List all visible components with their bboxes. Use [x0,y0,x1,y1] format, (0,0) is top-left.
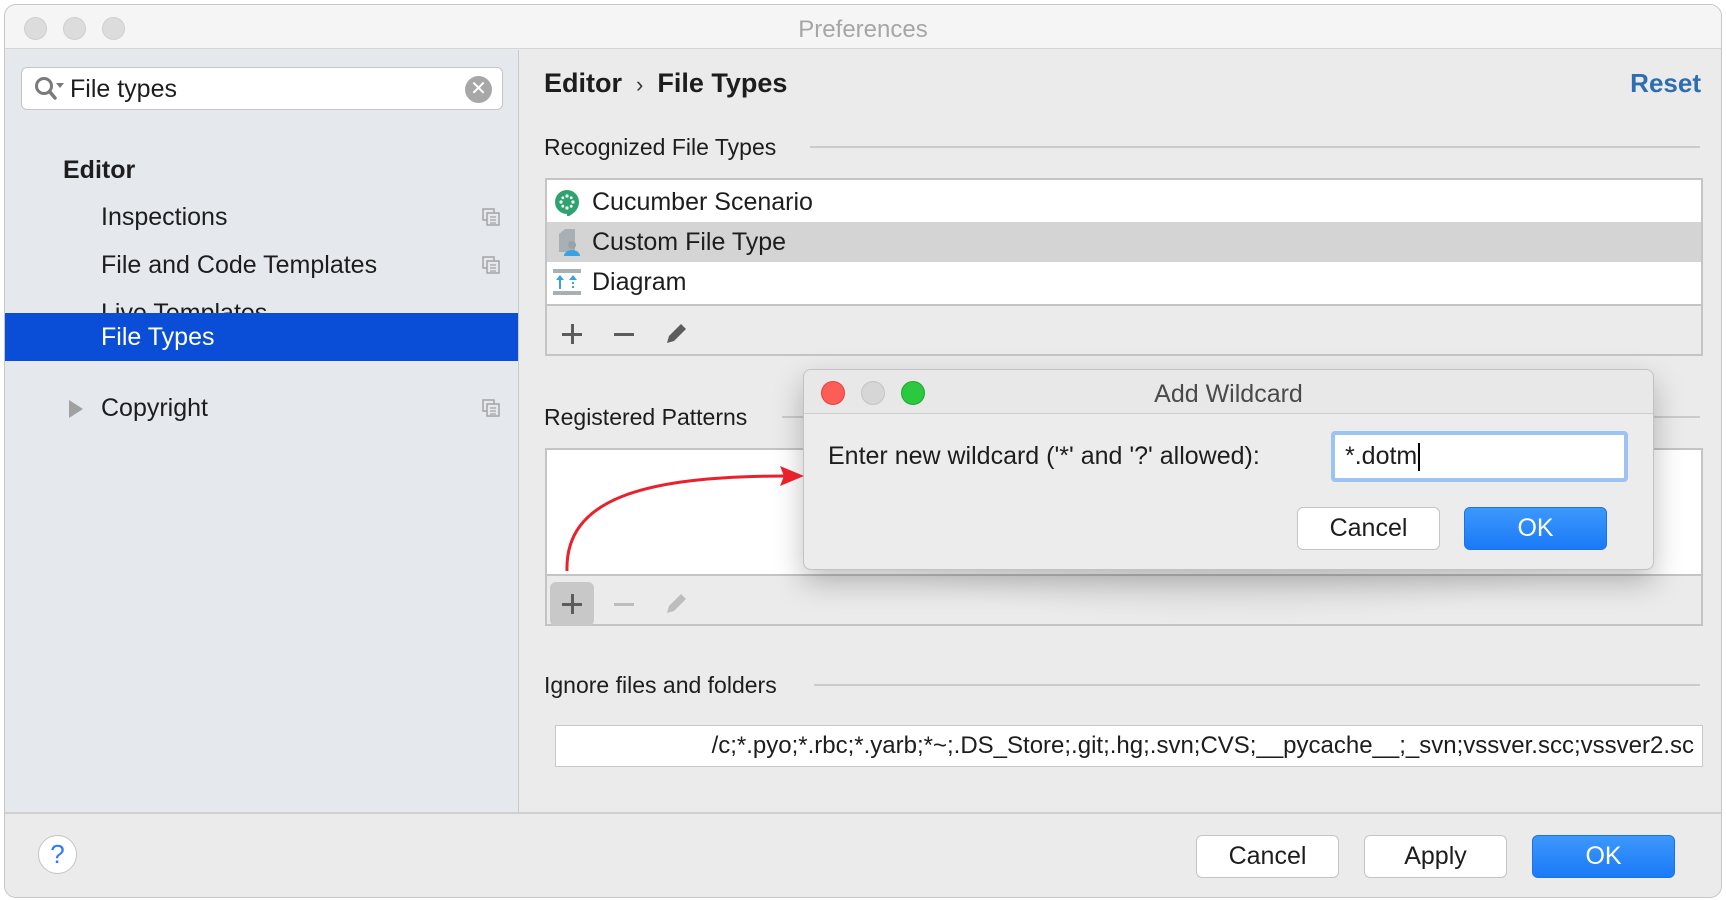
sidebar-item-label: Copyright [101,394,208,422]
wildcard-prompt: Enter new wildcard ('*' and '?' allowed)… [828,442,1260,470]
remove-file-type-button[interactable] [602,312,646,356]
copy-icon [482,256,500,274]
search-icon[interactable] [33,75,65,103]
recognized-file-types-title: Recognized File Types [544,134,777,160]
edit-file-type-button[interactable] [654,312,698,356]
dialog-title: Add Wildcard [1154,380,1303,408]
edit-pattern-button[interactable] [654,582,698,626]
settings-search-input[interactable]: File types ✕ [21,67,503,110]
plus-icon [562,594,582,614]
sidebar-item-file-types[interactable]: File Types [5,313,518,361]
wildcard-value: *.dotm [1345,442,1418,470]
ignore-files-title: Ignore files and folders [544,672,777,698]
diagram-icon [553,269,581,295]
help-button[interactable]: ? [38,835,77,874]
minus-icon [614,603,634,606]
remove-pattern-button[interactable] [602,582,646,626]
apply-button[interactable]: Apply [1364,835,1507,878]
file-type-label: Custom File Type [592,228,787,256]
sidebar-item-editor[interactable]: Editor [5,146,518,194]
cucumber-icon [555,190,579,216]
window-title: Preferences [798,16,928,43]
text-caret [1418,443,1421,472]
ok-button[interactable]: OK [1532,835,1675,878]
sidebar-item-label: File Types [101,323,215,351]
sidebar-item-label: Inspections [101,203,228,231]
sidebar-item-copyright[interactable]: Copyright [5,384,518,432]
sidebar: File types ✕ Editor Inspections File and… [5,50,519,812]
ignore-files-value: /c;*.pyo;*.rbc;*.yarb;*~;.DS_Store;.git;… [711,732,1694,759]
file-types-rows: Cucumber Scenario Custom File Type Diagr… [547,180,1701,306]
sidebar-item-inspections[interactable]: Inspections [5,193,518,241]
dialog-ok-button[interactable]: OK [1464,507,1607,550]
pencil-icon [667,594,686,613]
dialog-cancel-button[interactable]: Cancel [1297,507,1440,550]
file-type-label: Diagram [592,268,687,296]
footer: ? Cancel Apply OK [5,812,1721,897]
clear-search-icon[interactable]: ✕ [465,76,492,103]
dialog-title-bar: Add Wildcard [804,370,1653,414]
add-wildcard-dialog: Add Wildcard Enter new wildcard ('*' and… [803,369,1654,570]
minus-icon [614,333,634,336]
breadcrumb: Editor › File Types [544,68,787,99]
file-type-row-diagram[interactable]: Diagram [547,262,1701,302]
add-file-type-button[interactable] [550,312,594,356]
pencil-icon [667,324,686,343]
wildcard-input[interactable]: *.dotm [1331,431,1628,482]
breadcrumb-current: File Types [657,68,788,98]
cancel-button[interactable]: Cancel [1196,835,1339,878]
title-bar: Preferences [5,5,1721,49]
recognized-file-types-list: Cucumber Scenario Custom File Type Diagr… [545,178,1703,356]
sidebar-item-file-and-code-templates[interactable]: File and Code Templates [5,241,518,289]
ignore-files-input[interactable]: /c;*.pyo;*.rbc;*.yarb;*~;.DS_Store;.git;… [555,725,1703,767]
file-type-row-cucumber[interactable]: Cucumber Scenario [547,182,1701,222]
add-pattern-button[interactable] [550,582,594,626]
expand-arrow-icon[interactable] [69,400,83,418]
breadcrumb-parent: Editor [544,68,622,98]
file-type-label: Cucumber Scenario [592,188,813,216]
registered-patterns-title: Registered Patterns [544,404,748,430]
plus-icon [562,324,582,344]
sidebar-item-label: File and Code Templates [101,251,378,279]
file-type-row-custom[interactable]: Custom File Type [547,222,1701,262]
reset-link[interactable]: Reset [1630,68,1701,99]
breadcrumb-separator: › [636,72,644,97]
section-divider [810,146,1700,148]
section-divider [814,684,1700,686]
custom-file-type-icon [559,229,580,256]
copy-icon [482,399,500,417]
copy-icon [482,208,500,226]
search-text[interactable]: File types [70,75,177,104]
sidebar-item-label: Editor [63,156,136,184]
